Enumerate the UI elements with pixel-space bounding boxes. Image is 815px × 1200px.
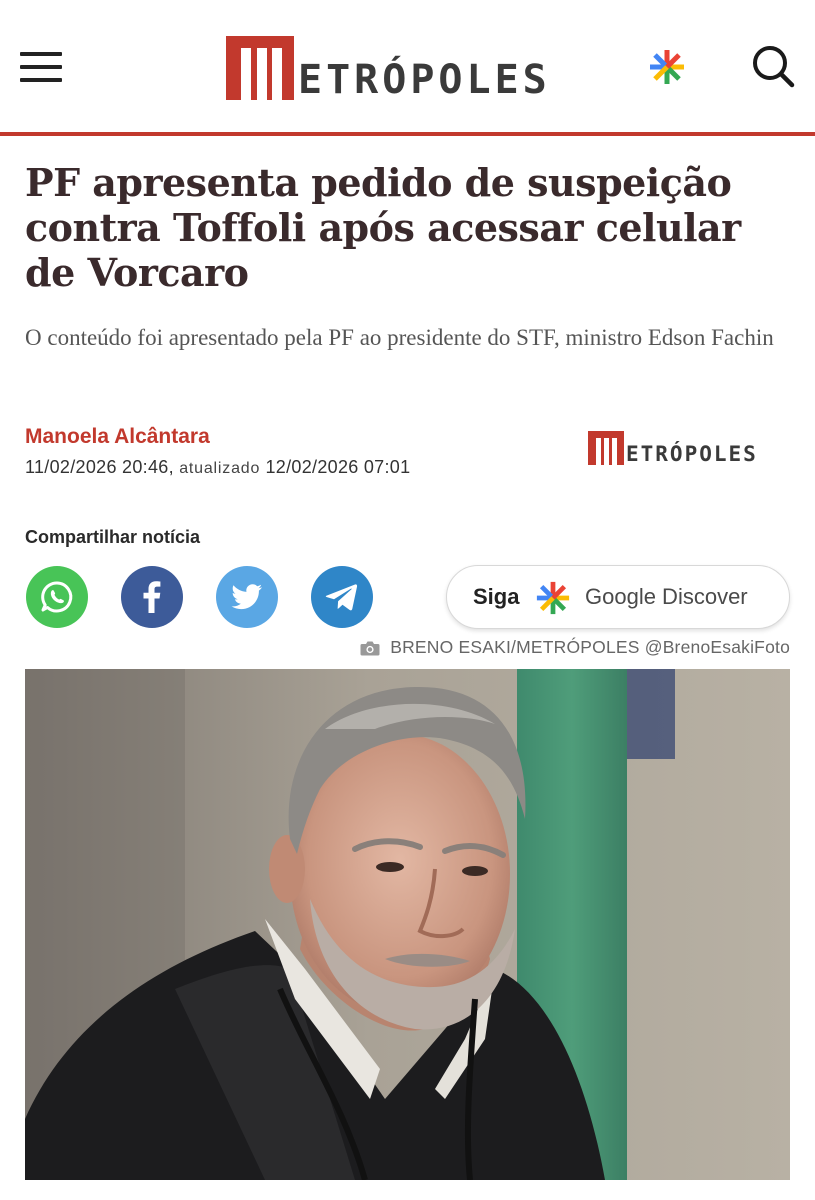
discover-siga-label: Siga [473,584,520,609]
article-headline: PF apresenta pedido de suspeição contra … [25,160,741,295]
share-twitter-button[interactable] [216,566,278,628]
updated-label: atualizado [179,460,261,477]
discover-label: Google Discover [585,584,748,609]
site-logo[interactable]: ETRÓPOLES [226,36,551,100]
author-link[interactable]: Manoela Alcântara [25,425,210,449]
google-discover-star-icon [536,581,570,615]
share-telegram-button[interactable] [311,566,373,628]
twitter-icon [231,584,262,610]
google-discover-star-icon[interactable] [648,48,686,86]
brand-logo-small: ETRÓPOLES [588,431,758,465]
published-date: 11/02/2026 20:46, [25,457,174,477]
site-header: ETRÓPOLES [0,0,815,134]
menu-icon[interactable] [20,52,62,84]
logo-m-mark-small [588,431,624,465]
updated-date: 12/02/2026 07:01 [265,457,411,477]
share-whatsapp-button[interactable] [26,566,88,628]
portrait-illustration [25,669,790,1180]
search-icon[interactable] [750,44,796,90]
header-divider [0,132,815,136]
share-label: Compartilhar notícia [25,527,201,547]
article-dates: 11/02/2026 20:46, atualizado 12/02/2026 … [25,457,410,478]
logo-wordmark: ETRÓPOLES [298,57,551,103]
logo-wordmark-small: ETRÓPOLES [626,442,758,466]
article-photo[interactable] [25,669,790,1180]
camera-icon [360,641,380,655]
photo-credit: BRENO ESAKI/METRÓPOLES @BrenoEsakiFoto [360,637,790,658]
telegram-icon [325,584,358,611]
article-subtitle: O conteúdo foi apresentado pela PF ao pr… [25,325,774,350]
share-facebook-button[interactable] [121,566,183,628]
google-discover-follow-button[interactable]: Siga Google Discover [446,565,790,629]
logo-m-mark [226,36,294,100]
facebook-icon [143,581,161,613]
whatsapp-icon [41,581,73,613]
photo-credit-text: BRENO ESAKI/METRÓPOLES @BrenoEsakiFoto [390,637,790,657]
